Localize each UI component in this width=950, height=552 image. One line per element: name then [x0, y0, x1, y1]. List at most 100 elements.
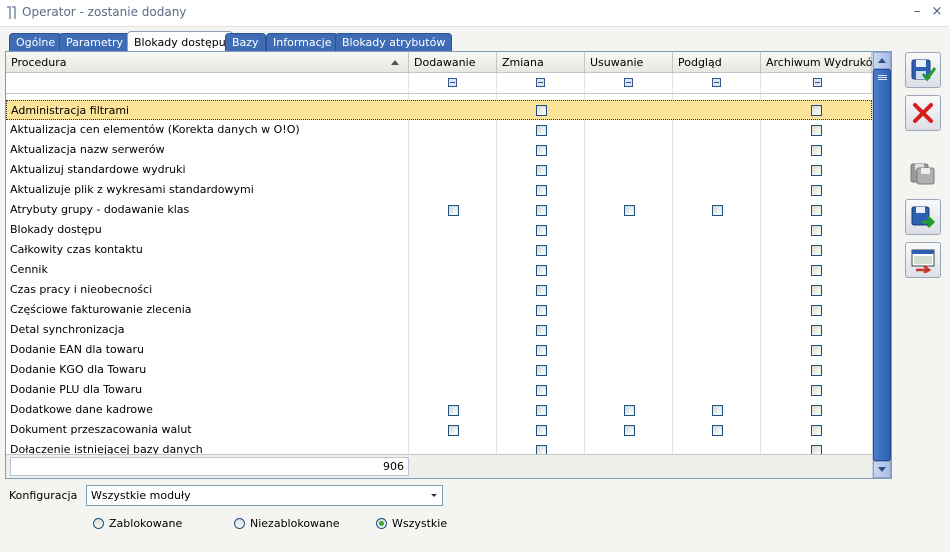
- permission-checkbox[interactable]: [448, 405, 459, 416]
- column-toggle-icon[interactable]: [448, 78, 457, 87]
- permission-checkbox[interactable]: [624, 405, 635, 416]
- scroll-down-button[interactable]: [873, 461, 891, 478]
- config-select[interactable]: Wszystkie moduły: [86, 485, 443, 506]
- permission-checkbox[interactable]: [811, 125, 822, 136]
- radio-wszystkie[interactable]: [376, 518, 387, 529]
- permission-checkbox[interactable]: [536, 365, 547, 376]
- permission-checkbox[interactable]: [536, 225, 547, 236]
- close-window-button[interactable]: ×: [929, 4, 945, 20]
- permission-checkbox[interactable]: [712, 205, 723, 216]
- permission-checkbox[interactable]: [811, 285, 822, 296]
- column-header-usuwanie[interactable]: Usuwanie: [585, 52, 673, 73]
- save-button[interactable]: [905, 52, 941, 88]
- permission-checkbox[interactable]: [811, 325, 822, 336]
- permission-checkbox[interactable]: [624, 205, 635, 216]
- table-row[interactable]: Atrybuty grupy - dodawanie klas: [6, 200, 872, 220]
- table-row[interactable]: Całkowity czas kontaktu: [6, 240, 872, 260]
- permission-checkbox[interactable]: [712, 405, 723, 416]
- permission-checkbox[interactable]: [811, 425, 822, 436]
- radio-zablokowane[interactable]: [93, 518, 104, 529]
- permission-checkbox[interactable]: [536, 165, 547, 176]
- column-header-podglad[interactable]: Podgląd: [673, 52, 761, 73]
- table-row[interactable]: Dodanie PLU dla Towaru: [6, 380, 872, 400]
- column-toggle-icon[interactable]: [536, 78, 545, 87]
- table-row[interactable]: Dodatkowe dane kadrowe: [6, 400, 872, 420]
- permission-checkbox[interactable]: [811, 345, 822, 356]
- column-toggle-icon[interactable]: [624, 78, 633, 87]
- table-row[interactable]: Detal synchronizacja: [6, 320, 872, 340]
- permission-checkbox[interactable]: [536, 145, 547, 156]
- cancel-button[interactable]: [905, 95, 941, 131]
- table-row[interactable]: Częściowe fakturowanie zlecenia: [6, 300, 872, 320]
- radio-niezablokowane[interactable]: [234, 518, 245, 529]
- table-row[interactable]: Dodanie EAN dla towaru: [6, 340, 872, 360]
- radio-niezablokowane-label[interactable]: Niezablokowane: [250, 517, 340, 530]
- save-copy-button[interactable]: [905, 156, 941, 192]
- permission-checkbox[interactable]: [448, 205, 459, 216]
- table-row[interactable]: Aktualizacja nazw serwerów: [6, 140, 872, 160]
- table-row[interactable]: Aktualizuj standardowe wydruki: [6, 160, 872, 180]
- permission-checkbox[interactable]: [536, 265, 547, 276]
- scroll-thumb[interactable]: [873, 69, 891, 461]
- permission-checkbox[interactable]: [536, 345, 547, 356]
- permission-checkbox[interactable]: [811, 225, 822, 236]
- permission-checkbox[interactable]: [811, 385, 822, 396]
- permission-checkbox[interactable]: [811, 205, 822, 216]
- column-header-zmiana[interactable]: Zmiana: [497, 52, 585, 73]
- column-header-procedura[interactable]: Procedura: [6, 52, 409, 73]
- permission-checkbox[interactable]: [536, 325, 547, 336]
- procedure-name: Administracja filtrami: [11, 104, 130, 117]
- permission-checkbox[interactable]: [536, 305, 547, 316]
- permission-checkbox[interactable]: [811, 265, 822, 276]
- tab-parametry[interactable]: Parametry: [59, 33, 130, 51]
- permission-checkbox[interactable]: [811, 365, 822, 376]
- permission-checkbox[interactable]: [536, 445, 547, 454]
- permission-checkbox[interactable]: [536, 245, 547, 256]
- export-button[interactable]: [905, 242, 941, 278]
- tab-ogolne[interactable]: Ogólne: [9, 33, 63, 51]
- table-row[interactable]: Dodanie KGO dla Towaru: [6, 360, 872, 380]
- permission-checkbox[interactable]: [712, 425, 723, 436]
- table-row[interactable]: Aktualizuje plik z wykresami standardowy…: [6, 180, 872, 200]
- permission-checkbox[interactable]: [536, 425, 547, 436]
- permission-checkbox[interactable]: [811, 445, 822, 454]
- table-row[interactable]: Cennik: [6, 260, 872, 280]
- tab-bazy[interactable]: Bazy: [225, 33, 266, 51]
- radio-wszystkie-label[interactable]: Wszystkie: [392, 517, 447, 530]
- table-row[interactable]: Dołączenie istniejącej bazy danych: [6, 440, 872, 454]
- permission-checkbox[interactable]: [811, 105, 822, 116]
- table-row[interactable]: Blokady dostępu: [6, 220, 872, 240]
- permission-checkbox[interactable]: [536, 105, 547, 116]
- permission-checkbox[interactable]: [536, 125, 547, 136]
- chevron-down-icon[interactable]: [431, 494, 437, 497]
- table-row[interactable]: Administracja filtrami: [6, 100, 872, 120]
- permission-checkbox[interactable]: [811, 245, 822, 256]
- permission-checkbox[interactable]: [811, 305, 822, 316]
- permission-checkbox[interactable]: [811, 145, 822, 156]
- radio-zablokowane-label[interactable]: Zablokowane: [109, 517, 182, 530]
- tab-informacje[interactable]: Informacje: [266, 33, 339, 51]
- table-row[interactable]: Czas pracy i nieobecności: [6, 280, 872, 300]
- table-row[interactable]: Aktualizacja cen elementów (Korekta dany…: [6, 120, 872, 140]
- tab-blokady-atrybutow[interactable]: Blokady atrybutów: [335, 33, 453, 51]
- permission-checkbox[interactable]: [536, 205, 547, 216]
- permission-checkbox[interactable]: [536, 405, 547, 416]
- table-row[interactable]: Dokument przeszacowania walut: [6, 420, 872, 440]
- permission-checkbox[interactable]: [811, 165, 822, 176]
- scroll-up-button[interactable]: [873, 52, 891, 69]
- permission-checkbox[interactable]: [448, 425, 459, 436]
- permission-checkbox[interactable]: [536, 185, 547, 196]
- column-header-archiwum-wydrukow[interactable]: Archiwum Wydruków: [761, 52, 881, 73]
- column-header-dodawanie[interactable]: Dodawanie: [409, 52, 497, 73]
- tab-blokady-dostepu[interactable]: Blokady dostępu: [127, 31, 233, 52]
- permission-checkbox[interactable]: [624, 425, 635, 436]
- vertical-scrollbar[interactable]: [872, 52, 891, 478]
- column-toggle-icon[interactable]: [712, 78, 721, 87]
- column-toggle-icon[interactable]: [813, 78, 822, 87]
- permission-checkbox[interactable]: [536, 385, 547, 396]
- permission-checkbox[interactable]: [811, 185, 822, 196]
- permission-checkbox[interactable]: [536, 285, 547, 296]
- permission-checkbox[interactable]: [811, 405, 822, 416]
- minimize-button[interactable]: –: [909, 4, 925, 20]
- save-and-next-button[interactable]: [905, 199, 941, 235]
